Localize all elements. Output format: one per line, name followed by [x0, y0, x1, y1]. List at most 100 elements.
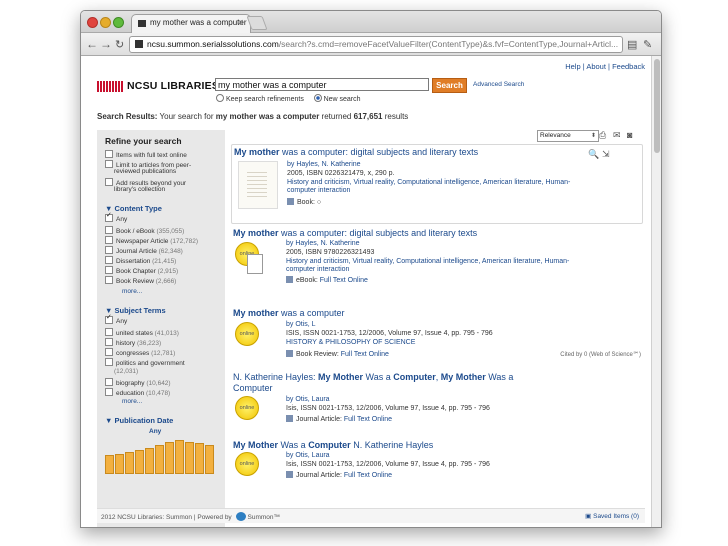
result-subjects[interactable]: History and criticism, Virtual reality, … — [287, 179, 570, 186]
help-link[interactable]: Help — [565, 62, 580, 71]
checkbox[interactable] — [105, 348, 113, 356]
checkbox[interactable] — [105, 236, 113, 244]
content-type-facet[interactable]: Book Review (2,666) — [105, 276, 176, 285]
result-title[interactable]: My mother was a computer: digital subjec… — [233, 228, 477, 238]
checkbox[interactable] — [105, 266, 113, 274]
content-type-heading[interactable]: ▼ Content Type — [105, 204, 162, 213]
checkbox[interactable] — [105, 160, 113, 168]
summon-name[interactable]: Summon™ — [248, 514, 281, 521]
publication-date-heading[interactable]: ▼ Publication Date — [105, 416, 173, 425]
date-histogram-bar[interactable] — [115, 454, 124, 474]
tab-close-icon[interactable]: ✕ — [237, 18, 244, 27]
checkbox[interactable] — [105, 178, 113, 186]
browser-tab[interactable]: my mother was a computer ✕ — [131, 14, 251, 33]
back-arrow-icon[interactable]: ← — [86, 37, 98, 51]
date-histogram-bar[interactable] — [105, 455, 114, 474]
forward-arrow-icon[interactable]: → — [100, 37, 112, 51]
checkbox[interactable] — [105, 150, 113, 158]
result-author[interactable]: by Otis, Laura — [286, 396, 330, 403]
preview-icon[interactable]: 🔍 — [588, 149, 599, 160]
checkbox[interactable] — [105, 313, 113, 324]
date-histogram-bar[interactable] — [135, 450, 144, 474]
result-subjects-cont[interactable]: computer interaction — [287, 187, 350, 194]
save-item-icon[interactable]: ⇲ — [602, 149, 610, 160]
subject-facet[interactable]: (12,031) — [114, 368, 138, 375]
rss-icon[interactable]: ◙ — [627, 130, 632, 140]
about-link[interactable]: About — [586, 62, 606, 71]
subject-any[interactable]: Any — [105, 313, 127, 325]
checkbox[interactable] — [105, 338, 113, 346]
checkbox[interactable] — [105, 328, 113, 336]
result-title[interactable]: My mother was a computer: digital subjec… — [234, 147, 478, 157]
content-type-facet[interactable]: Newspaper Article (172,782) — [105, 236, 198, 245]
wrench-icon[interactable]: ✎ — [643, 38, 652, 51]
result-item[interactable]: N. Katherine Hayles: My Mother Was a Com… — [231, 372, 641, 428]
reload-icon[interactable]: ↻ — [115, 38, 124, 51]
result-title[interactable]: My Mother Was a Computer N. Katherine Ha… — [233, 440, 433, 450]
content-type-facet[interactable]: Book Chapter (2,915) — [105, 266, 178, 275]
result-title-cont[interactable]: Computer — [233, 383, 273, 393]
date-histogram-bar[interactable] — [165, 442, 174, 474]
checkbox[interactable] — [105, 256, 113, 264]
keep-refinements-radio[interactable] — [216, 94, 224, 102]
date-histogram-bar[interactable] — [155, 445, 164, 474]
checkbox[interactable] — [105, 378, 113, 386]
checkbox[interactable] — [105, 226, 113, 234]
checkbox[interactable] — [105, 388, 113, 396]
subject-facet[interactable]: politics and government — [105, 358, 185, 367]
search-input[interactable] — [215, 78, 429, 91]
result-author[interactable]: by Hayles, N. Katherine — [287, 161, 361, 168]
date-histogram-bar[interactable] — [185, 442, 194, 474]
result-subjects[interactable]: History and criticism, Virtual reality, … — [286, 258, 569, 265]
date-histogram-bar[interactable] — [195, 443, 204, 474]
result-author[interactable]: by Hayles, N. Katherine — [286, 240, 360, 247]
content-type-any[interactable]: Any — [105, 211, 127, 223]
minimize-window-button[interactable] — [100, 17, 111, 28]
result-subjects[interactable]: HISTORY & PHILOSOPHY OF SCIENCE — [286, 339, 415, 346]
page-menu-icon[interactable]: ▤ — [627, 38, 637, 51]
content-type-more-link[interactable]: more... — [122, 288, 142, 295]
cited-by[interactable]: Cited by 0 (Web of Science℠) — [560, 351, 641, 358]
subject-facet[interactable]: history (36,223) — [105, 338, 161, 347]
zoom-window-button[interactable] — [113, 17, 124, 28]
date-histogram-bar[interactable] — [175, 440, 184, 474]
result-item[interactable]: My mother was a computer: digital subjec… — [231, 228, 641, 290]
scrollbar-thumb[interactable] — [654, 59, 660, 153]
date-histogram-bar[interactable] — [205, 445, 214, 474]
checkbox[interactable] — [105, 276, 113, 284]
content-type-facet[interactable]: Book / eBook (355,055) — [105, 226, 184, 235]
address-bar[interactable]: ncsu.summon.serialssolutions.com/search?… — [129, 36, 623, 53]
search-button[interactable]: Search — [432, 78, 467, 93]
close-window-button[interactable] — [87, 17, 98, 28]
result-item[interactable]: My mother was a computer: digital subjec… — [231, 144, 643, 224]
content-type-facet[interactable]: Journal Article (62,348) — [105, 246, 183, 255]
email-icon[interactable]: ✉ — [613, 130, 621, 141]
checkbox[interactable] — [105, 211, 113, 222]
date-histogram-bar[interactable] — [125, 452, 134, 474]
date-histogram-bar[interactable] — [145, 448, 154, 474]
content-type-facet[interactable]: Dissertation (21,415) — [105, 256, 176, 265]
checkbox[interactable] — [105, 246, 113, 254]
checkbox[interactable] — [105, 358, 113, 366]
book-cover-image[interactable] — [238, 161, 278, 209]
subject-facet[interactable]: biography (10,642) — [105, 378, 171, 387]
publication-date-histogram[interactable] — [105, 438, 217, 474]
feedback-link[interactable]: Feedback — [612, 62, 645, 71]
result-subjects-cont[interactable]: computer interaction — [286, 266, 349, 273]
result-item[interactable]: My mother was a computer online by Otis,… — [231, 308, 641, 364]
print-icon[interactable]: ⎙ — [599, 130, 606, 141]
sort-select[interactable]: Relevance — [537, 130, 599, 142]
subject-facet[interactable]: united states (41,013) — [105, 328, 179, 337]
subject-facet[interactable]: congresses (12,781) — [105, 348, 175, 357]
vertical-scrollbar[interactable] — [651, 56, 661, 527]
full-text-link[interactable]: Full Text Online — [341, 351, 389, 358]
advanced-search-link[interactable]: Advanced Search — [473, 81, 524, 88]
subject-facet[interactable]: education (10,478) — [105, 388, 170, 397]
pubdate-any[interactable]: Any — [149, 428, 161, 435]
subject-more-link[interactable]: more... — [122, 398, 142, 405]
subject-terms-heading[interactable]: ▼ Subject Terms — [105, 306, 166, 315]
result-title[interactable]: My mother was a computer — [233, 308, 345, 318]
saved-items-link[interactable]: Saved Items (0) — [593, 513, 639, 520]
result-title[interactable]: N. Katherine Hayles: My Mother Was a Com… — [233, 372, 513, 382]
new-search-radio[interactable] — [313, 94, 322, 102]
